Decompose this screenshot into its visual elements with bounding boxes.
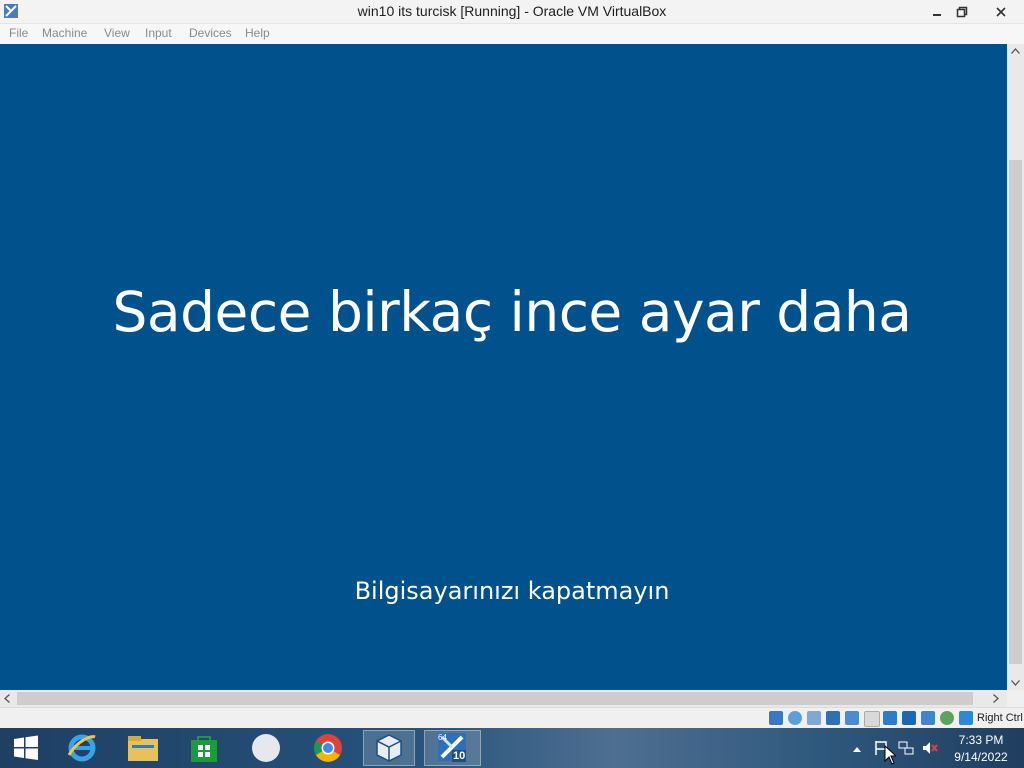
taskbar-vm-window[interactable]: 64 10 [424,730,481,766]
setup-subtext: Bilgisayarınızı kapatmayın [354,577,670,605]
start-button[interactable] [0,730,52,766]
volume-muted-icon[interactable] [922,740,938,756]
blank-app-icon [252,734,280,762]
clock-date: 9/14/2022 [954,750,1008,764]
windows-logo-icon [14,735,38,760]
host-taskbar: 64 10 7:33 PM 9/14/2022 [0,728,1024,768]
menu-devices[interactable]: Devices [189,26,232,40]
taskbar-store[interactable] [178,730,230,766]
taskbar-chrome[interactable] [302,730,354,766]
video-capture-icon[interactable] [902,711,916,725]
display-icon[interactable] [883,711,897,725]
window-title: win10 its turcisk [Running] - Oracle VM … [357,3,667,19]
scroll-left-icon[interactable] [4,694,10,703]
scroll-up-icon[interactable] [1011,48,1020,54]
restore-button[interactable] [949,0,975,22]
clock-time: 7:33 PM [958,733,1004,747]
mouse-cursor-icon [884,745,896,765]
file-explorer-icon [128,736,158,761]
menu-input[interactable]: Input [145,26,172,40]
taskbar-blank-app[interactable] [240,730,292,766]
menu-file[interactable]: File [9,26,28,40]
horizontal-scrollbar[interactable] [0,690,1007,707]
taskbar-internet-explorer[interactable] [56,730,108,766]
menu-bar: File Machine View Input Devices Help [0,24,1024,44]
scroll-right-icon[interactable] [993,694,999,703]
virtualbox-icon [376,734,402,762]
chrome-icon [314,734,342,762]
menu-machine[interactable]: Machine [42,26,87,40]
network-tray-icon[interactable] [898,740,914,756]
scroll-down-icon[interactable] [1011,680,1020,686]
usb-icon[interactable] [845,711,859,725]
internet-explorer-icon [67,734,96,762]
horizontal-scroll-thumb[interactable] [17,692,973,705]
store-icon [191,736,217,762]
taskbar-virtualbox[interactable] [363,730,415,766]
network-icon[interactable] [826,711,840,725]
hard-disk-icon[interactable] [769,711,783,725]
optical-drive-icon[interactable] [788,711,802,725]
show-hidden-icons-icon[interactable] [852,745,862,753]
title-bar: win10 its turcisk [Running] - Oracle VM … [0,0,1024,24]
menu-help[interactable]: Help [245,26,270,40]
shared-folders-icon[interactable] [864,711,880,727]
menu-view[interactable]: View [104,26,130,40]
close-button[interactable] [986,0,1016,22]
audio-icon[interactable] [807,711,821,725]
vm-status-bar: Right Ctrl [0,707,1024,729]
taskbar-clock[interactable]: 7:33 PM 9/14/2022 [948,732,1014,766]
close-icon [996,7,1006,17]
guest-additions-icon[interactable] [940,711,954,725]
taskbar-file-explorer[interactable] [117,730,169,766]
recording-icon[interactable] [921,711,935,725]
minimize-button[interactable] [924,0,950,22]
vm-arch-badge: 64 [438,733,447,742]
vertical-scroll-thumb[interactable] [1009,160,1022,664]
vm-guest-screen[interactable]: Sadece birkaç ince ayar daha Bilgisayarı… [0,44,1007,690]
host-key-label: Right Ctrl [977,712,1023,724]
setup-heading: Sadece birkaç ince ayar daha [112,280,912,344]
vertical-scrollbar[interactable] [1007,44,1024,690]
mouse-integration-icon[interactable] [959,711,973,725]
restore-icon [956,6,968,18]
scrollbar-corner [1007,690,1024,707]
minimize-icon [933,14,941,16]
vm-version-badge: 10 [452,750,467,762]
